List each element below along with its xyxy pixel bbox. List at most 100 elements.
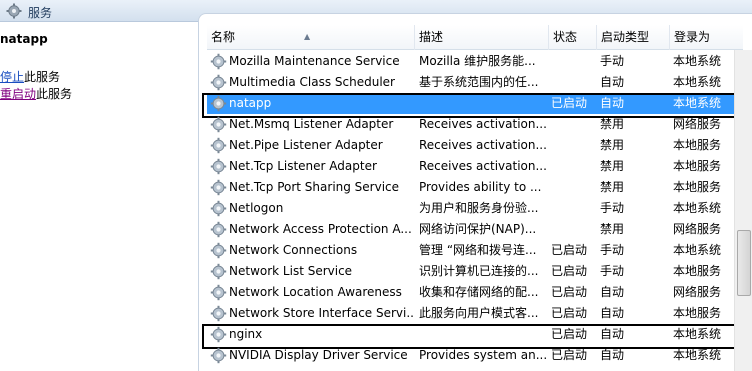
service-row[interactable]: Net.Msmq Listener Adapter Receives activa…: [207, 114, 743, 135]
service-startup-cell: 手动: [600, 201, 625, 215]
service-gear-icon: [210, 53, 227, 70]
stop-service-suffix: 此服务: [24, 70, 61, 84]
service-name-cell: Net.Tcp Port Sharing Service: [229, 180, 400, 194]
service-name-cell: Network Connections: [229, 243, 358, 257]
column-startup-header[interactable]: 启动类型: [597, 25, 670, 50]
column-description-header[interactable]: 描述: [415, 25, 549, 50]
service-name-cell: Network Access Protection A...: [229, 222, 412, 236]
service-logon-cell: 本地系统: [673, 96, 722, 110]
service-status-cell: 已启动: [551, 243, 588, 257]
service-status-cell: 已启动: [551, 348, 588, 362]
column-logon-label: 登录为: [674, 30, 711, 44]
service-row[interactable]: nginx 已启动 自动 本地系统: [202, 324, 752, 349]
service-gear-icon: [210, 95, 227, 112]
window-title: 服务: [28, 6, 53, 20]
service-row[interactable]: Network Store Interface Servi... 此服务向用户模式…: [207, 303, 743, 324]
service-gear-icon: [210, 74, 227, 91]
sort-ascending-icon: ▲: [304, 32, 311, 41]
service-status-cell: 已启动: [551, 285, 588, 299]
stop-service-link[interactable]: 停止: [0, 70, 24, 84]
service-name-cell: Network Location Awareness: [229, 285, 402, 299]
service-gear-icon: [210, 326, 227, 343]
service-startup-cell: 手动: [600, 54, 625, 68]
service-startup-cell: 禁用: [600, 159, 625, 173]
service-row[interactable]: NVIDIA Display Driver Service Provides sy…: [207, 345, 743, 366]
service-name-cell: Net.Pipe Listener Adapter: [229, 138, 383, 152]
services-list-pane: 名称 ▲ 描述 状态 启动类型 登录为 Mozilla Maintenance …: [198, 13, 752, 371]
column-status-header[interactable]: 状态: [549, 25, 597, 50]
service-startup-cell: 禁用: [600, 222, 625, 236]
service-status-cell: 已启动: [551, 96, 588, 110]
service-description-cell: 为用户和服务身份验...: [419, 201, 539, 215]
service-startup-cell: 禁用: [600, 138, 625, 152]
service-startup-cell: 自动: [600, 327, 625, 341]
service-status-cell: [551, 198, 599, 219]
service-status-cell: 已启动: [551, 306, 588, 320]
service-description-cell: Receives activation...: [419, 159, 547, 173]
service-row[interactable]: Network Location Awareness 收集和存储网络的配... 已启…: [207, 282, 743, 303]
service-description-cell: Provides system an...: [419, 348, 548, 362]
service-logon-cell: 本地服务: [673, 138, 722, 152]
service-description-cell: 管理 “网络和拨号连...: [419, 243, 537, 257]
service-name-cell: Net.Tcp Listener Adapter: [229, 159, 377, 173]
service-row[interactable]: Net.Tcp Port Sharing Service Provides abi…: [207, 177, 743, 198]
restart-service-link[interactable]: 重启动: [0, 87, 36, 101]
service-startup-cell: 禁用: [600, 180, 625, 194]
column-description-label: 描述: [419, 30, 444, 44]
service-description-cell: Receives activation...: [419, 138, 547, 152]
service-name-cell: Network List Service: [229, 264, 353, 278]
service-logon-cell: 本地服务: [673, 306, 722, 320]
service-gear-icon: [210, 242, 227, 259]
service-gear-icon: [210, 284, 227, 301]
stop-service-line: 停止此服务: [0, 68, 60, 85]
service-description-cell: 收集和存储网络的配...: [419, 285, 539, 299]
service-description-cell: Receives activation...: [419, 117, 547, 131]
service-row[interactable]: Network Connections 管理 “网络和拨号连... 已启动 手动 本地系…: [207, 240, 743, 261]
service-startup-cell: 自动: [600, 96, 625, 110]
service-row[interactable]: Multimedia Class Scheduler 基于系统范围内的任... 自动…: [207, 72, 743, 93]
service-gear-icon: [210, 305, 227, 322]
service-status-cell: 已启动: [551, 327, 588, 341]
service-row[interactable]: Mozilla Maintenance Service Mozilla 维护服务能…: [207, 51, 743, 72]
service-logon-cell: 网络服务: [673, 285, 722, 299]
services-table: Mozilla Maintenance Service Mozilla 维护服务能…: [202, 51, 752, 366]
service-description-cell: 基于系统范围内的任...: [419, 75, 539, 89]
service-gear-icon: [210, 137, 227, 154]
service-name-cell: Network Store Interface Servi...: [229, 306, 415, 320]
service-row[interactable]: Net.Pipe Listener Adapter Receives activa…: [207, 135, 743, 156]
service-logon-cell: 本地系统: [673, 348, 722, 362]
service-logon-cell: 本地系统: [673, 54, 722, 68]
restart-service-suffix: 此服务: [36, 87, 73, 101]
service-description-cell: [419, 93, 552, 114]
service-logon-cell: 网络服务: [673, 117, 722, 131]
service-logon-cell: 本地系统: [673, 327, 722, 341]
service-description-cell: Mozilla 维护服务能...: [419, 54, 536, 68]
service-row[interactable]: natapp 已启动 自动 本地系统: [202, 93, 752, 118]
service-logon-cell: 本地系统: [673, 75, 722, 89]
service-description-cell: 识别计算机已连接的...: [419, 264, 539, 278]
service-row[interactable]: Net.Tcp Listener Adapter Receives activat…: [207, 156, 743, 177]
service-logon-cell: 本地系统: [673, 243, 722, 257]
column-name-header[interactable]: 名称 ▲: [207, 25, 415, 50]
column-header: 名称 ▲ 描述 状态 启动类型 登录为: [207, 25, 743, 50]
service-status-cell: [551, 219, 599, 240]
service-startup-cell: 自动: [600, 285, 625, 299]
service-row[interactable]: Network Access Protection A... 网络访问保护(NAP…: [207, 219, 743, 240]
service-row[interactable]: Netlogon 为用户和服务身份验... 手动 本地系统: [207, 198, 743, 219]
service-name-cell: Multimedia Class Scheduler: [229, 75, 395, 89]
service-logon-cell: 本地服务: [673, 264, 722, 278]
service-description-pane: natapp 停止此服务 重启动此服务: [0, 22, 198, 371]
scrollbar-thumb[interactable]: [737, 230, 751, 296]
service-name-cell: Net.Msmq Listener Adapter: [229, 117, 394, 131]
restart-service-line: 重启动此服务: [0, 85, 72, 102]
service-status-cell: [551, 72, 599, 93]
column-logon-header[interactable]: 登录为: [670, 25, 743, 50]
selected-service-title: natapp: [0, 32, 48, 46]
service-gear-icon: [210, 179, 227, 196]
service-gear-icon: [210, 263, 227, 280]
service-row[interactable]: Network List Service 识别计算机已连接的... 已启动 手动 本地服…: [207, 261, 743, 282]
vertical-scrollbar[interactable]: [734, 50, 752, 371]
service-status-cell: [551, 156, 599, 177]
service-status-cell: [551, 177, 599, 198]
service-startup-cell: 自动: [600, 75, 625, 89]
